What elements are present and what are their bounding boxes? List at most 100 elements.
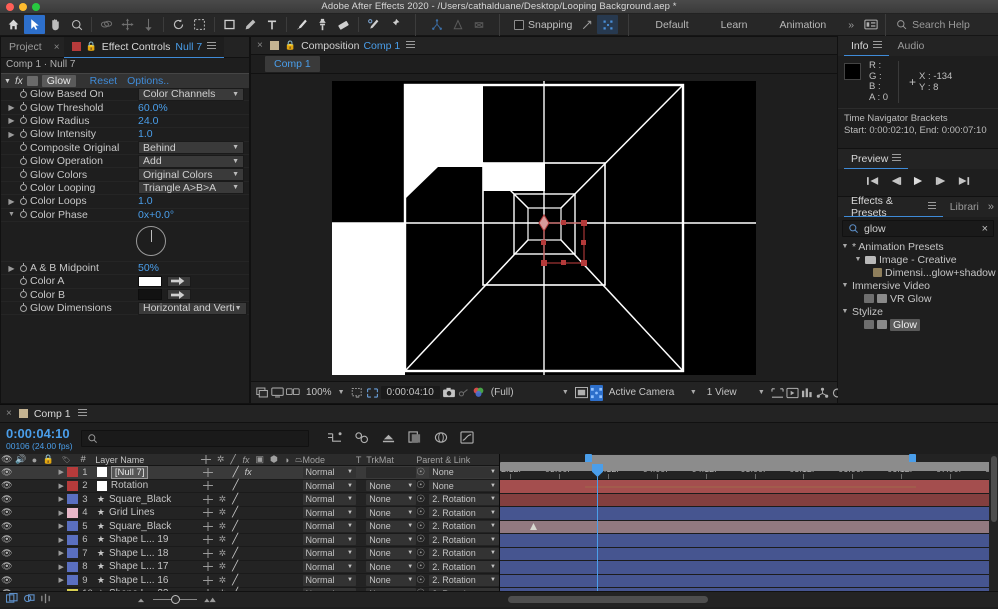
stopwatch-icon[interactable] (17, 265, 30, 272)
layer-label-color[interactable] (67, 575, 79, 585)
track-row[interactable] (500, 575, 998, 589)
layer-name-cell[interactable]: Rotation (97, 480, 199, 491)
main-toolbar[interactable]: Snapping Default Learn Animation » Searc… (0, 14, 998, 36)
layer-duration-bar[interactable] (500, 548, 998, 561)
mode-dropdown[interactable]: Normal▼ (303, 507, 356, 518)
preview-transport-controls[interactable] (838, 169, 998, 195)
tree-group-immersive-video[interactable]: ▼ Immersive Video (838, 279, 998, 292)
property-row[interactable]: Glow Based On Color Channels▼ (1, 88, 249, 101)
resolution-dropdown[interactable]: (Full) ▼ (487, 387, 573, 398)
table-row[interactable]: 👁▶7★Shape L... 18✲╱Normal▼None▼☉2. Rotat… (0, 547, 499, 561)
parent-pickwhip-icon[interactable]: ☉ (416, 548, 425, 559)
shape-tool-icon[interactable] (219, 15, 240, 34)
layer-label-color[interactable] (67, 548, 79, 558)
layer-parent-cell[interactable]: ☉2. Rotation▼ (416, 561, 499, 572)
property-row[interactable]: ▶ Glow Radius 24.0 (1, 115, 249, 128)
panel-menu-icon[interactable] (406, 41, 415, 50)
layer-parent-cell[interactable]: ☉2. Rotation▼ (416, 494, 499, 505)
quality-icon[interactable]: ╱ (232, 507, 238, 518)
layer-name-cell[interactable]: ★Shape L... 19 (97, 534, 199, 545)
zoom-tool-icon[interactable] (66, 15, 87, 34)
table-row[interactable]: 👁▶9★Shape L... 16✲╱Normal▼None▼☉2. Rotat… (0, 574, 499, 588)
effect-reset-button[interactable]: Reset (90, 75, 117, 87)
current-time-indicator[interactable] (597, 466, 598, 591)
lock-icon[interactable]: 🔒 (285, 40, 296, 51)
layer-mode-cell[interactable]: Normal▼ (303, 507, 356, 518)
parent-dropdown[interactable]: 2. Rotation▼ (429, 507, 499, 518)
layer-parent-cell[interactable]: ☉ 2. Rotation▼ (416, 507, 499, 518)
layer-visibility-toggle[interactable]: 👁 (0, 507, 14, 518)
camera-dropdown[interactable]: Active Camera ▼ (605, 387, 701, 398)
property-dropdown[interactable]: Original Colors▼ (138, 168, 244, 181)
layer-trkmat-cell[interactable] (366, 467, 416, 478)
snapping-toggle[interactable]: Snapping (510, 19, 576, 31)
draft-3d-icon[interactable] (354, 431, 369, 447)
layer-twirl-icon[interactable]: ▶ (55, 495, 67, 503)
continuous-rasterize-icon[interactable]: ✲ (219, 494, 227, 505)
quality-icon[interactable]: ╱ (232, 575, 238, 586)
layer-label-color[interactable] (67, 535, 79, 545)
layer-duration-bar[interactable] (500, 521, 998, 534)
dolly-tool-icon[interactable] (138, 15, 159, 34)
twirl-icon[interactable]: ▶ (6, 197, 17, 206)
layer-duration-bar[interactable] (500, 494, 998, 507)
stopwatch-icon[interactable] (17, 211, 30, 218)
property-dropdown[interactable]: Behind▼ (138, 141, 244, 154)
tabs-overflow-icon[interactable]: » (988, 201, 994, 213)
workspace-overflow-icon[interactable]: » (842, 19, 860, 31)
property-dropdown[interactable]: Triangle A>B>A▼ (138, 181, 244, 194)
composition-mini-flowchart-icon[interactable] (327, 431, 342, 447)
graph-editor-icon[interactable] (460, 431, 474, 447)
layer-twirl-icon[interactable]: ▶ (55, 536, 67, 544)
layer-name-cell[interactable]: ★Square_Black (97, 521, 199, 532)
mode-dropdown[interactable]: Normal▼ (303, 575, 356, 586)
twirl-down-icon[interactable]: ▼ (841, 308, 849, 315)
layer-name-cell[interactable]: ★Shape L... 18 (97, 548, 199, 559)
parent-pickwhip-icon[interactable]: ☉ (416, 561, 425, 572)
mode-dropdown[interactable]: Normal▼ (303, 548, 356, 559)
property-value[interactable]: 24.0 (138, 115, 158, 127)
property-dropdown[interactable]: Add▼ (138, 155, 244, 168)
tree-folder-image-creative[interactable]: ▼ Image - Creative (838, 253, 998, 266)
layer-trkmat-cell[interactable]: None▼ (366, 561, 416, 572)
effects-search-input[interactable]: glow × (842, 220, 994, 237)
stopwatch-icon[interactable] (17, 278, 30, 285)
property-value[interactable]: 50% (138, 262, 159, 274)
workspace-menu-icon[interactable] (860, 15, 881, 34)
text-tool-icon[interactable] (261, 15, 282, 34)
quality-icon[interactable]: ╱ (233, 480, 239, 491)
hide-shy-layers-icon[interactable] (381, 431, 396, 447)
panel-menu-icon[interactable] (78, 409, 87, 418)
layer-trkmat-cell[interactable]: None▼ (366, 507, 416, 518)
parent-dropdown[interactable]: 2. Rotation▼ (429, 548, 499, 559)
layer-mode-cell[interactable]: Normal▼ (303, 467, 356, 478)
layer-mode-cell[interactable]: Normal▼ (303, 494, 356, 505)
layer-name-input[interactable]: [Null 7] (111, 466, 149, 479)
hand-tool-icon[interactable] (45, 15, 66, 34)
mesh-icon[interactable] (447, 15, 468, 34)
quality-icon[interactable]: ╱ (232, 548, 238, 559)
dual-view-icon[interactable] (286, 385, 300, 401)
composition-canvas[interactable] (332, 81, 756, 375)
continuous-rasterize-icon[interactable]: ✲ (219, 507, 227, 518)
puppet-pin-tool-icon[interactable] (384, 15, 405, 34)
stopwatch-icon[interactable] (17, 184, 30, 191)
track-row[interactable] (500, 548, 998, 562)
layer-twirl-icon[interactable]: ▶ (55, 509, 67, 517)
layer-name-cell[interactable]: [Null 7] (97, 466, 199, 479)
quality-icon[interactable]: ╱ (232, 494, 238, 505)
eraser-tool-icon[interactable] (333, 15, 354, 34)
property-row-color-b[interactable]: Color B (1, 289, 249, 302)
layer-parent-cell[interactable]: ☉None▼ (416, 467, 499, 478)
channel-rgb-icon[interactable] (472, 385, 485, 401)
tab-preview[interactable]: Preview (844, 149, 908, 169)
layer-trkmat-cell[interactable]: None▼ (366, 534, 416, 545)
time-navigator-bar[interactable] (588, 455, 913, 462)
parent-pickwhip-icon[interactable]: ☉ (416, 507, 425, 518)
main-view-icon[interactable] (271, 385, 284, 401)
property-row[interactable]: ▼ Color Phase 0x+0.0° (1, 209, 249, 222)
last-frame-button[interactable] (958, 176, 970, 189)
timeline-footer[interactable] (0, 591, 998, 607)
lock-icon[interactable]: 🔒 (86, 41, 97, 52)
zoom-in-icon[interactable] (203, 594, 217, 606)
